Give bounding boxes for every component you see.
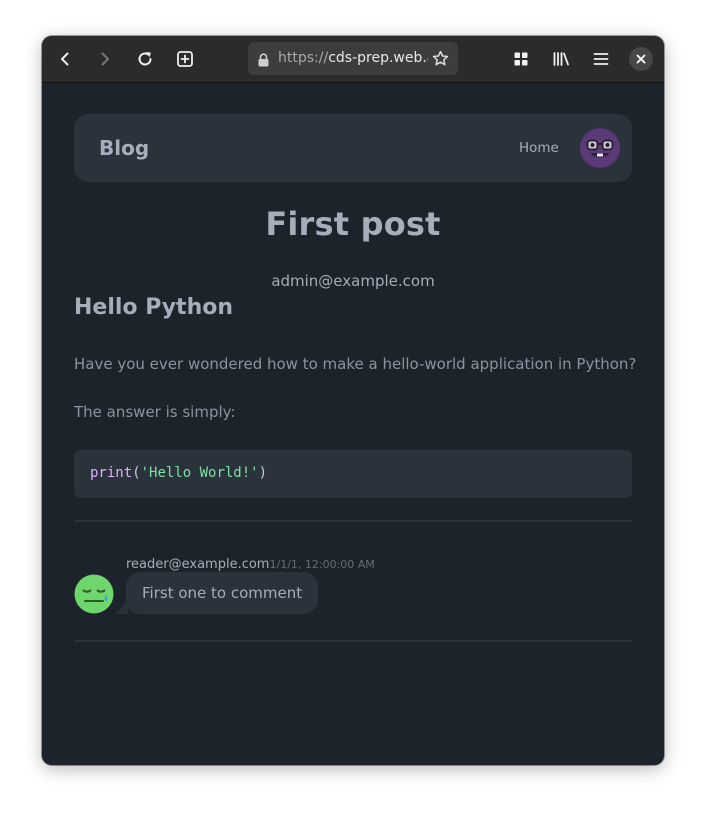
menu-button[interactable] — [587, 45, 615, 73]
code-string: 'Hello World!' — [140, 465, 259, 481]
comment-time: 1/1/1, 12:00:00 AM — [269, 558, 375, 571]
url-scheme: https:// — [278, 50, 329, 66]
library-icon — [553, 52, 569, 66]
divider — [74, 640, 632, 642]
forward-button[interactable] — [91, 45, 119, 73]
code-function: print — [90, 465, 133, 481]
window-close-button[interactable] — [629, 47, 653, 71]
new-tab-button[interactable] — [171, 45, 199, 73]
user-avatar[interactable] — [579, 127, 621, 169]
browser-toolbar: https://cds-prep.web.a — [42, 36, 664, 83]
nerd-face-icon — [579, 127, 621, 169]
chevron-left-icon — [61, 52, 69, 66]
grid-icon — [514, 52, 528, 66]
page-content: Blog Home First post admin@example.com H… — [42, 83, 664, 765]
code-paren: ) — [258, 465, 268, 481]
hamburger-menu-icon — [593, 53, 609, 65]
post-paragraph: The answer is simply: — [74, 403, 236, 421]
comment-author: reader@example.com — [126, 557, 270, 572]
extensions-button[interactable] — [507, 45, 535, 73]
smiling-face-with-tear-icon — [74, 574, 114, 614]
url-text: https://cds-prep.web.a — [278, 50, 428, 66]
lock-icon — [257, 52, 270, 71]
post-heading: Hello Python — [74, 295, 234, 320]
site-navbar: Blog Home — [74, 114, 632, 182]
browser-window: https://cds-prep.web.a Blog Home First p… — [42, 36, 664, 765]
star-icon[interactable] — [432, 50, 449, 71]
home-link[interactable]: Home — [519, 140, 559, 156]
chevron-right-icon — [101, 52, 109, 66]
post-paragraph: Have you ever wondered how to make a hel… — [74, 355, 637, 373]
post-title: First post — [265, 205, 441, 243]
reload-icon — [138, 52, 152, 66]
code-line: print('Hello World!') — [90, 465, 267, 481]
url-host: cds-prep.web.a — [328, 50, 428, 66]
comment-avatar — [74, 574, 114, 614]
code-block: print('Hello World!') — [74, 450, 632, 498]
divider — [74, 520, 632, 522]
brand-link[interactable]: Blog — [99, 136, 149, 160]
url-bar[interactable]: https://cds-prep.web.a — [248, 42, 458, 75]
library-button[interactable] — [547, 45, 575, 73]
reload-button[interactable] — [131, 45, 159, 73]
comment-header: reader@example.com1/1/1, 12:00:00 AM — [126, 553, 375, 572]
back-button[interactable] — [51, 45, 79, 73]
close-icon — [636, 54, 646, 64]
comment-bubble: First one to comment — [126, 572, 319, 614]
post-author: admin@example.com — [271, 272, 435, 290]
plus-square-icon — [177, 51, 193, 67]
code-paren: ( — [132, 465, 141, 481]
